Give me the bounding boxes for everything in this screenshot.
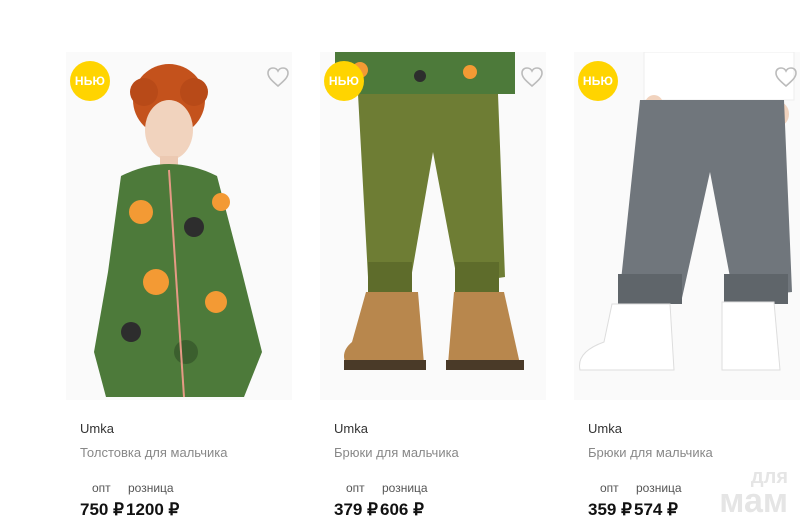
product-image[interactable]	[320, 52, 546, 400]
new-badge: НЬЮ	[324, 61, 364, 101]
opt-price: 379 ₽	[334, 500, 378, 519]
retail-price: 1200 ₽	[126, 500, 180, 519]
product-name[interactable]: Брюки для мальчика	[588, 445, 713, 460]
opt-price: 750 ₽	[80, 500, 124, 519]
favorite-heart-icon[interactable]	[520, 66, 546, 92]
product-image[interactable]	[66, 52, 292, 400]
product-image[interactable]	[574, 52, 800, 400]
retail-price: 606 ₽	[380, 500, 424, 519]
opt-label: опт	[92, 481, 111, 495]
product-brand[interactable]: Umka	[588, 421, 622, 436]
product-brand[interactable]: Umka	[334, 421, 368, 436]
retail-label: розница	[636, 481, 682, 495]
opt-label: опт	[600, 481, 619, 495]
product-name[interactable]: Толстовка для мальчика	[80, 445, 227, 460]
watermark-line-2: мам	[719, 482, 788, 520]
opt-label: опт	[346, 481, 365, 495]
retail-price: 574 ₽	[634, 500, 678, 519]
new-badge: НЬЮ	[578, 61, 618, 101]
product-card-3[interactable]: НЬЮ Umka Брюки для мальчика опт розница …	[574, 0, 800, 523]
retail-label: розница	[128, 481, 174, 495]
favorite-heart-icon[interactable]	[266, 66, 292, 92]
product-name[interactable]: Брюки для мальчика	[334, 445, 459, 460]
product-brand[interactable]: Umka	[80, 421, 114, 436]
retail-label: розница	[382, 481, 428, 495]
new-badge: НЬЮ	[70, 61, 110, 101]
opt-price: 359 ₽	[588, 500, 632, 519]
favorite-heart-icon[interactable]	[774, 66, 800, 92]
product-card-2[interactable]: НЬЮ Umka Брюки для мальчика опт розница …	[320, 0, 574, 523]
site-watermark: для мам	[719, 467, 788, 520]
product-card-1[interactable]: НЬЮ Umka Толстовка для мальчика опт розн…	[66, 0, 320, 523]
